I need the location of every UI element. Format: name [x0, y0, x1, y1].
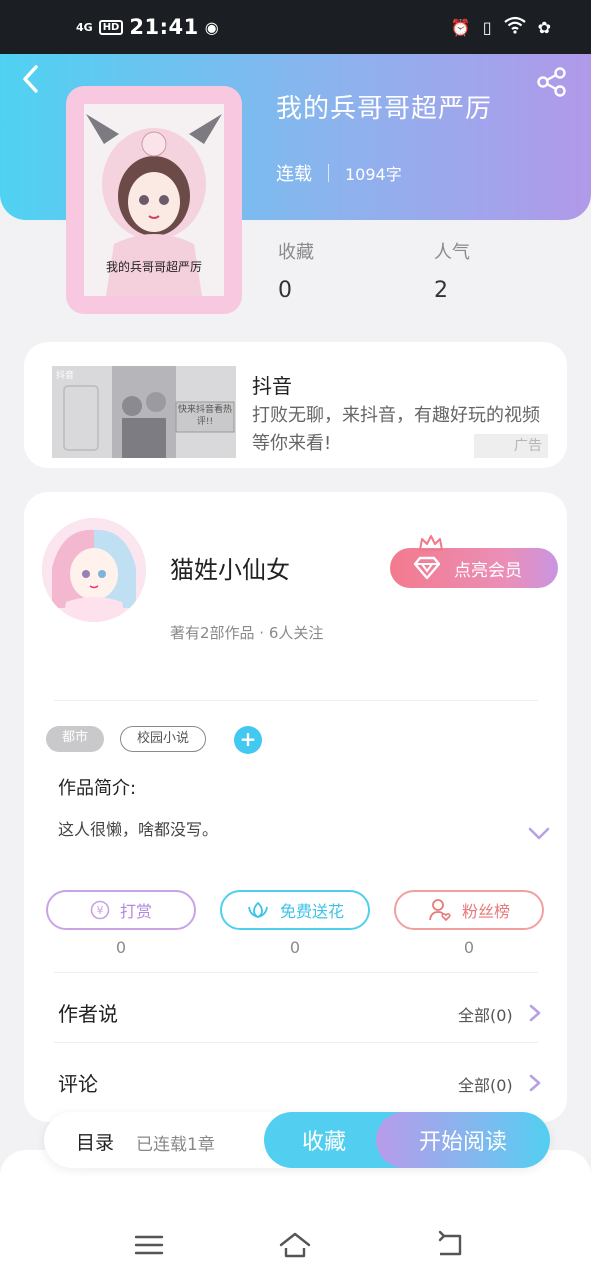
- ad-image: 抖音 快来抖音看热评!!: [52, 366, 236, 458]
- q-icon: ◉: [204, 17, 219, 37]
- author-says-title: 作者说: [58, 1002, 118, 1026]
- share-icon: [537, 67, 566, 97]
- stat-value: 2: [434, 278, 448, 303]
- stat-popularity: 人气 2: [434, 238, 470, 303]
- chevron-down-icon[interactable]: [528, 826, 550, 842]
- signal-indicator: 4G: [76, 20, 93, 34]
- author-says-more[interactable]: 全部(0): [458, 1002, 513, 1026]
- book-status: 连载: [276, 164, 312, 185]
- intro-text: 这人很懒，啥都没写。: [58, 820, 219, 839]
- book-title: 我的兵哥哥超严厉: [276, 94, 493, 124]
- reward-button[interactable]: ¥ 打赏: [46, 890, 196, 930]
- crown-icon: [419, 535, 443, 551]
- svg-text:¥: ¥: [96, 904, 103, 917]
- plus-icon: +: [239, 727, 257, 751]
- read-label: 开始阅读: [418, 1130, 507, 1155]
- send-flower-button[interactable]: 免费送花: [220, 890, 370, 930]
- author-name[interactable]: 猫姓小仙女: [170, 550, 290, 585]
- tag-genre[interactable]: 都市: [46, 726, 104, 752]
- hd-badge: HD: [98, 19, 124, 35]
- cover-illustration: 我的兵哥哥超严厉: [84, 104, 224, 296]
- divider: [54, 700, 538, 701]
- clock: 21:41: [129, 15, 199, 39]
- wifi-icon: [503, 16, 526, 38]
- fans-count: 0: [463, 938, 475, 957]
- menu-icon[interactable]: [132, 1228, 166, 1262]
- flower-icon: [248, 901, 268, 919]
- comments-title: 评论: [58, 1072, 98, 1096]
- home-icon[interactable]: [278, 1228, 312, 1262]
- meta-divider: [328, 164, 329, 182]
- flower-count: 0: [289, 938, 301, 957]
- stat-value: 0: [278, 278, 292, 303]
- book-cover[interactable]: 我的兵哥哥超严厉: [66, 86, 242, 314]
- cover-title-text: 我的兵哥哥超严厉: [105, 260, 202, 274]
- book-detail-card: 猫姓小仙女 点亮会员 著有2部作品 · 6人关注 都市 校园小说 + 作品简介:…: [24, 492, 567, 1122]
- reward-count: 0: [115, 938, 127, 957]
- fan-user-icon: [429, 899, 451, 922]
- ad-image-brand: 抖音: [56, 371, 75, 381]
- chevron-right-icon: [529, 1074, 541, 1092]
- divider: [54, 1042, 538, 1043]
- diamond-icon: [413, 556, 441, 580]
- fans-label: 粉丝榜: [461, 902, 510, 921]
- author-info: 著有2部作品 · 6人关注: [170, 624, 324, 642]
- divider: [54, 972, 538, 973]
- back-button[interactable]: [20, 64, 50, 98]
- ad-badge: 广告: [474, 434, 548, 458]
- vibrate-icon: ▯: [482, 17, 492, 37]
- reward-label: 打赏: [119, 902, 152, 921]
- avatar-image: [42, 518, 146, 622]
- status-bar: 4G HD 21:41 ◉ ⏰ ▯ ✿: [0, 0, 591, 54]
- start-reading-button[interactable]: 开始阅读: [376, 1112, 550, 1168]
- vip-button[interactable]: 点亮会员: [390, 535, 558, 588]
- flower-label: 免费送花: [279, 902, 344, 921]
- stat-label: 收藏: [278, 242, 314, 263]
- chevron-right-icon: [529, 1004, 541, 1022]
- stat-collect: 收藏 0: [278, 238, 314, 303]
- word-count: 1094字: [345, 165, 402, 184]
- ad-image-promo: 快来抖音看热评!!: [177, 405, 232, 427]
- status-icons: ⏰ ▯ ✿: [451, 16, 551, 38]
- comments-more[interactable]: 全部(0): [458, 1072, 513, 1096]
- add-tag-button[interactable]: +: [234, 726, 262, 754]
- author-avatar[interactable]: [42, 518, 146, 622]
- fans-ranking-button[interactable]: 粉丝榜: [394, 890, 544, 930]
- vip-label: 点亮会员: [454, 560, 522, 581]
- yen-icon: ¥: [90, 900, 110, 920]
- book-meta: 连载 1094字: [276, 160, 402, 186]
- collect-label: 收藏: [301, 1130, 346, 1155]
- stat-label: 人气: [434, 242, 470, 263]
- back-arrow-icon: [23, 65, 38, 93]
- ad-title: 抖音: [252, 374, 292, 398]
- intro-label: 作品简介:: [58, 778, 137, 799]
- tag-category[interactable]: 校园小说: [120, 726, 206, 752]
- chapter-status: 已连载1章: [136, 1135, 215, 1155]
- flower-icon: ✿: [537, 17, 551, 37]
- ad-card[interactable]: 抖音 快来抖音看热评!! 抖音 打败无聊，来抖音，有趣好玩的视频等你来看! 广告: [24, 342, 567, 468]
- ad-badge-label: 广告: [514, 438, 542, 454]
- alarm-icon: ⏰: [450, 17, 471, 37]
- toc-button[interactable]: 目录: [76, 1128, 114, 1155]
- share-button[interactable]: [536, 66, 568, 98]
- back-icon[interactable]: [434, 1228, 468, 1262]
- bottom-action-bar: 目录 已连载1章 收藏 开始阅读: [44, 1112, 550, 1168]
